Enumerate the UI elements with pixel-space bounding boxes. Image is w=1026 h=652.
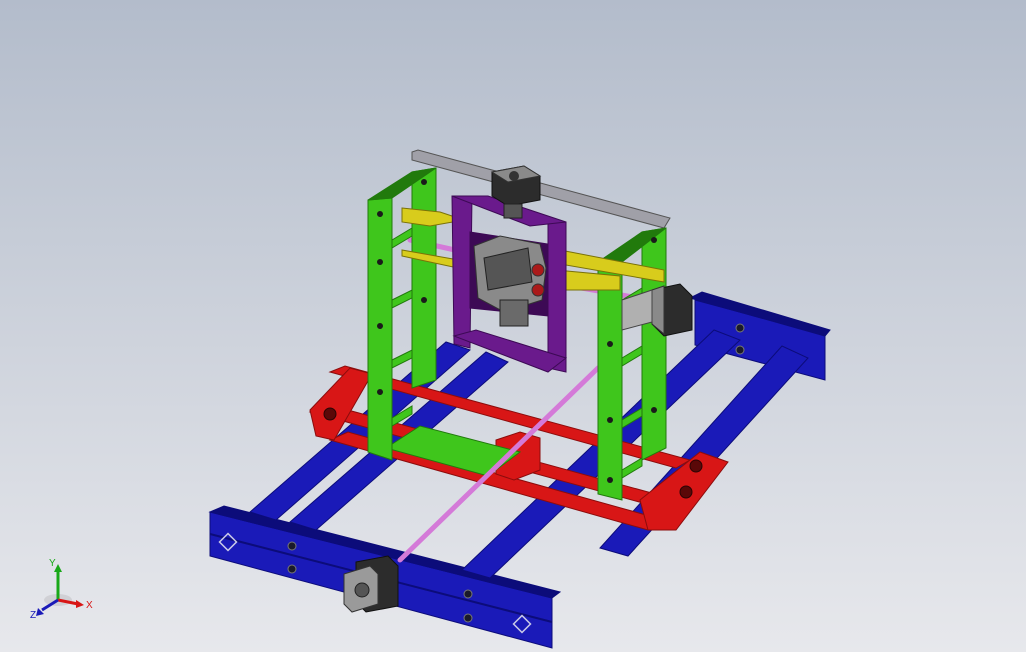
bolt bbox=[607, 417, 613, 423]
bolt bbox=[735, 323, 745, 333]
stepper-motor-x[interactable] bbox=[621, 283, 693, 337]
bolt bbox=[463, 589, 473, 599]
bolt bbox=[377, 259, 383, 265]
side-rung bbox=[391, 349, 413, 369]
z-plate-left[interactable] bbox=[451, 195, 473, 349]
bolt bbox=[607, 477, 613, 483]
bolt bbox=[651, 237, 657, 243]
graphics-viewport[interactable]: Y X Z bbox=[0, 0, 1026, 652]
knob[interactable] bbox=[531, 263, 545, 277]
z-axis-label: Z bbox=[30, 610, 36, 621]
bolt bbox=[421, 297, 427, 303]
bearing bbox=[689, 459, 703, 473]
right-side-plate-outer[interactable] bbox=[597, 261, 623, 501]
bolt bbox=[651, 407, 657, 413]
bearing bbox=[323, 407, 337, 421]
bolt bbox=[287, 541, 297, 551]
bolt bbox=[377, 211, 383, 217]
bearing bbox=[679, 485, 693, 499]
bolt bbox=[377, 323, 383, 329]
motor-shaft bbox=[354, 582, 370, 598]
right-side-plate-inner[interactable] bbox=[641, 227, 667, 461]
side-rung bbox=[391, 289, 413, 309]
side-rung bbox=[621, 345, 643, 367]
cnc-machine-model[interactable] bbox=[0, 0, 1026, 652]
motor-shaft bbox=[509, 171, 519, 181]
bolt bbox=[607, 341, 613, 347]
knob[interactable] bbox=[531, 283, 545, 297]
side-rung bbox=[391, 227, 413, 249]
bolt bbox=[463, 613, 473, 623]
bolt bbox=[377, 389, 383, 395]
y-axis-label: Y bbox=[49, 558, 56, 569]
x-axis-label: X bbox=[86, 600, 93, 611]
z-plate-right[interactable] bbox=[547, 221, 567, 373]
bolt bbox=[735, 345, 745, 355]
side-rung bbox=[621, 457, 643, 479]
left-side-plate-inner[interactable] bbox=[411, 167, 437, 389]
bolt bbox=[287, 564, 297, 574]
spindle-collet bbox=[499, 299, 529, 327]
coordinate-triad: Y X Z bbox=[30, 558, 93, 621]
motor-coupler bbox=[503, 203, 523, 219]
bolt bbox=[421, 179, 427, 185]
x-axis-arrow bbox=[76, 600, 84, 608]
